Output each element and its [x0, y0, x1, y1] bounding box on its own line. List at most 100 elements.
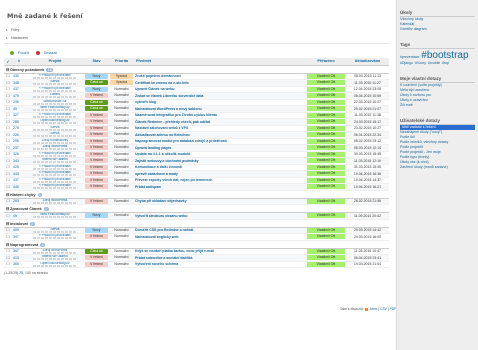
assignee-link[interactable]: Vlastimil Ott — [307, 151, 345, 157]
group-row[interactable]: ⊟Zpracovat Článek 1 — [4, 204, 389, 213]
priority-badge: Normální — [114, 198, 129, 203]
assignee-link[interactable]: Vlastimil Ott — [307, 99, 345, 105]
query-toolbar: Použít Smazat — [4, 48, 389, 58]
column-priority[interactable]: Priorita — [109, 58, 134, 66]
assignee-link[interactable]: Vlastimil Ott — [307, 227, 345, 233]
group-name: Instalovat — [10, 221, 28, 226]
priority-badge: Normální — [114, 93, 129, 98]
options-toggle[interactable]: ▸ Nastavení — [6, 34, 389, 42]
assignee-link[interactable]: Vlastimil Ott — [307, 119, 345, 125]
column-project[interactable]: Projekt — [26, 58, 84, 66]
tag-link[interactable]: #bootstrap — [421, 51, 468, 61]
column-subject[interactable]: Předmět — [134, 58, 306, 66]
status-badge: V řešení — [85, 164, 108, 170]
assignee-link[interactable]: Vlastimil Ott — [307, 145, 345, 151]
assignee-link[interactable]: Vlastimil Ott — [307, 112, 345, 118]
assignee-link[interactable]: Vlastimil Ott — [307, 234, 345, 240]
group-row[interactable]: ⊟Naprogramovat 3 — [4, 240, 389, 249]
assignee-link[interactable]: Vlastimil Ott — [307, 248, 345, 254]
priority-badge: Normální — [114, 227, 129, 232]
project-path-bar — [33, 216, 77, 219]
group-row[interactable]: ⊟Hlášení chyby 1 — [4, 190, 389, 199]
assignee-link[interactable]: Vlastimil Ott — [307, 164, 345, 170]
user-query-link[interactable]: Zavřené úkoly (mnoů zadané) — [400, 165, 475, 170]
assignee-link[interactable]: Vlastimil Ott — [307, 261, 345, 267]
column-updated[interactable]: Aktualizováno — [346, 58, 389, 66]
priority-badge: Normální — [114, 151, 129, 156]
group-count-badge: 3 — [40, 242, 45, 247]
project-cell: Web FiniKonirsky.cz — [26, 212, 84, 220]
project-path-bar — [33, 237, 77, 240]
column-id[interactable]: # — [12, 58, 26, 66]
status-badge: Čeká se — [85, 80, 108, 86]
options-label: Nastavení — [11, 36, 29, 40]
assignee-link[interactable]: Vlastimil Ott — [307, 125, 345, 131]
priority-badge: Normální — [114, 164, 129, 169]
apply-button[interactable]: Použít — [7, 48, 29, 58]
tag-link[interactable]: #Django — [400, 61, 413, 66]
priority-badge: Normální — [114, 158, 129, 163]
row-checkbox[interactable]: ☐ — [4, 261, 12, 268]
assignee-link[interactable]: Vlastimil Ott — [307, 106, 345, 112]
table-row[interactable]: ☐ 365 OpenSourceBlog.cz V řešení Normální Vyt… — [4, 261, 389, 268]
assignee-link[interactable]: Vlastimil Ott — [307, 138, 345, 144]
assignee-link[interactable]: Vlastimil Ott — [307, 80, 345, 86]
priority-badge: Normální — [114, 119, 129, 124]
assignee-link[interactable]: Vlastimil Ott — [307, 213, 345, 219]
own-query-link[interactable]: Žilí mně — [400, 103, 475, 108]
priority-badge: Normální — [114, 234, 129, 239]
assignee-link[interactable]: Vlastimil Ott — [307, 86, 345, 92]
assignee-link[interactable]: Vlastimil Ott — [307, 184, 345, 190]
priority-cell: Normální — [109, 261, 134, 268]
tag-link[interactable]: #mobile — [428, 61, 440, 66]
group-name: Zpracovat Článek — [10, 207, 42, 211]
export-csv-link[interactable]: CSV — [380, 307, 387, 311]
export-links: Také k dispozici: Atom | CSV | PDF — [340, 307, 397, 311]
project-path-bar — [33, 264, 77, 267]
clear-button[interactable]: Smazat — [33, 48, 57, 58]
assignee-link[interactable]: Vlastimil Ott — [307, 177, 345, 183]
issues-table: ✓ # Projekt Stav Priorita Předmět Přiřaz… — [4, 58, 389, 268]
export-atom-link[interactable]: Atom — [370, 307, 378, 311]
status-badge: Nový — [85, 73, 108, 79]
group-name: Hlášení chyby — [10, 192, 36, 197]
tag-link[interactable]: #Vzory — [415, 61, 426, 66]
priority-badge: Normální — [114, 86, 129, 91]
assignee-link[interactable]: Vlastimil Ott — [307, 73, 345, 79]
check-icon — [10, 51, 14, 55]
group-row[interactable]: ⊟Instalovat 2 — [4, 219, 389, 228]
column-assignee[interactable]: Přiřazeno — [306, 58, 346, 66]
assignee-link[interactable]: Vlastimil Ott — [307, 93, 345, 99]
assignee-cell: Vlastimil Ott — [306, 261, 346, 268]
group-count-badge: 18 — [46, 67, 54, 72]
sidebar-issues-links: Všechny úkoly Kalendář Ganttův diagram — [400, 17, 475, 32]
priority-badge: Vysoká — [110, 73, 133, 79]
column-status[interactable]: Stav — [84, 58, 109, 66]
issues-table-body: ⊟Obecný požadavek 18 ☐ 430 « Pracovní prohle… — [4, 65, 389, 268]
priority-badge: Normální — [114, 261, 129, 266]
assignee-link[interactable]: Vlastimil Ott — [307, 255, 345, 261]
group-name: Obecný požadavek — [10, 67, 45, 72]
tag-link[interactable]: #sql — [442, 61, 448, 66]
assignee-link[interactable]: Vlastimil Ott — [307, 158, 345, 164]
priority-badge: Normální — [114, 255, 129, 260]
status-badge: Čeká se — [85, 248, 108, 254]
issue-id-link[interactable]: 365 — [12, 261, 26, 268]
status-badge: V řešení — [85, 138, 108, 144]
tag-link[interactable]: #prezentace — [400, 55, 419, 60]
assignee-link[interactable]: Vlastimil Ott — [307, 171, 345, 177]
sidebar-issues-link[interactable]: Ganttův diagram — [400, 27, 475, 32]
priority-badge: Normální — [114, 248, 129, 253]
sidebar: Úkoly Všechny úkoly Kalendář Ganttův diagr… — [396, 0, 478, 350]
select-all-checkbox[interactable]: ✓ — [4, 58, 12, 66]
per-page-text: , 100 na stránku — [23, 271, 49, 275]
priority-badge: Normální — [114, 171, 129, 176]
status-badge: V řešení — [85, 125, 108, 131]
status-badge: V řešení — [85, 198, 108, 204]
issue-subject-link[interactable]: Vytvoření nového schéma — [134, 261, 306, 268]
assignee-link[interactable]: Vlastimil Ott — [307, 198, 345, 204]
group-row[interactable]: ⊟Obecný požadavek 18 — [4, 65, 389, 74]
priority-badge: Normální — [114, 213, 129, 218]
assignee-link[interactable]: Vlastimil Ott — [307, 132, 345, 138]
filters-toggle[interactable]: ▸ Filtry — [6, 26, 389, 34]
